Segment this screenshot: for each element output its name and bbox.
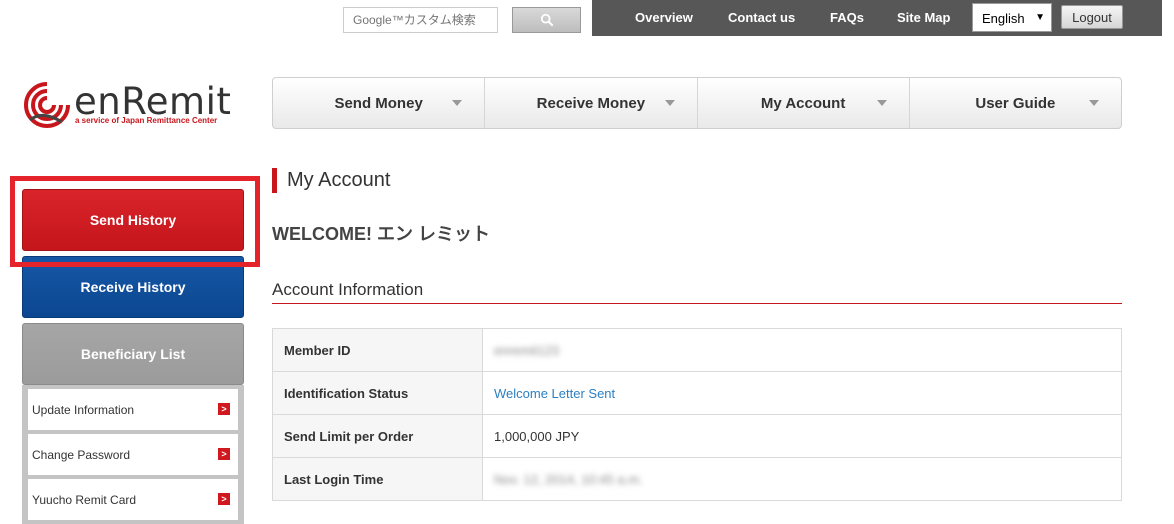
chevron-down-icon: [664, 100, 675, 106]
send-history-button[interactable]: Send History: [22, 189, 244, 251]
sub-item-label: Change Password: [32, 447, 131, 462]
sub-item-label: Yuucho Remit Card: [32, 492, 137, 507]
section-title: Account Information: [272, 280, 1122, 304]
chevron-down-icon: [1089, 100, 1099, 106]
search-box[interactable]: [343, 7, 498, 33]
search-input[interactable]: [353, 13, 488, 27]
enremit-logo-icon: [24, 82, 70, 128]
nav-label: My Account: [760, 94, 846, 112]
search-icon: [540, 13, 553, 27]
logo[interactable]: enRemit a service of Japan Remittance Ce…: [22, 80, 237, 130]
identification-status-link[interactable]: Welcome Letter Sent: [482, 371, 1122, 415]
top-bar: Overview Contact us FAQs Site Map Englis…: [592, 0, 1162, 36]
language-select[interactable]: English ▼: [972, 3, 1052, 32]
overview-link[interactable]: Overview: [635, 10, 693, 25]
dropdown-caret-icon: ▼: [1035, 12, 1045, 23]
receive-history-button[interactable]: Receive History: [22, 256, 244, 318]
search-button[interactable]: [512, 7, 581, 33]
main-nav: Send Money Receive Money My Account User…: [272, 77, 1122, 129]
chevron-down-icon: [452, 100, 463, 106]
nav-label: Receive Money: [536, 94, 646, 112]
beneficiary-list-button[interactable]: Beneficiary List: [22, 323, 244, 385]
identification-status-label: Identification Status: [272, 371, 483, 415]
send-limit-label: Send Limit per Order: [272, 414, 483, 458]
contact-us-link[interactable]: Contact us: [728, 10, 795, 25]
nav-receive-money[interactable]: Receive Money: [485, 78, 698, 128]
language-value: English: [982, 11, 1025, 26]
logo-tagline: a service of Japan Remittance Center: [75, 116, 218, 125]
nav-my-account[interactable]: My Account: [698, 78, 910, 128]
sub-item-yuucho-remit-card[interactable]: Yuucho Remit Card >: [28, 479, 238, 520]
table-row: Identification Status Welcome Letter Sen…: [272, 371, 1122, 415]
table-row: Last Login Time Nov. 12, 2014, 10:45 a.m…: [272, 457, 1122, 501]
chevron-down-icon: [876, 100, 887, 106]
site-map-link[interactable]: Site Map: [897, 10, 950, 25]
sub-item-label: Update Information: [32, 402, 135, 417]
send-limit-value: 1,000,000 JPY: [482, 414, 1122, 458]
member-id-value: enremit123: [482, 328, 1122, 372]
account-info-table: Member ID enremit123 Identification Stat…: [272, 328, 1122, 501]
last-login-label: Last Login Time: [272, 457, 483, 501]
table-row: Send Limit per Order 1,000,000 JPY: [272, 414, 1122, 458]
nav-label: Send Money: [334, 94, 423, 112]
sub-item-change-password[interactable]: Change Password >: [28, 434, 238, 475]
nav-label: User Guide: [975, 94, 1056, 112]
member-id-label: Member ID: [272, 328, 483, 372]
page-title: My Account: [272, 168, 390, 193]
arrow-right-icon: >: [218, 448, 230, 460]
faqs-link[interactable]: FAQs: [830, 10, 864, 25]
nav-send-money[interactable]: Send Money: [273, 78, 486, 128]
welcome-message: WELCOME! エン レミット: [272, 224, 490, 244]
logout-button[interactable]: Logout: [1061, 5, 1123, 29]
arrow-right-icon: >: [218, 403, 230, 415]
account-sub-menu: Update Information > Change Password > Y…: [22, 385, 244, 524]
arrow-right-icon: >: [218, 493, 230, 505]
nav-user-guide[interactable]: User Guide: [910, 78, 1121, 128]
sub-item-update-information[interactable]: Update Information >: [28, 389, 238, 430]
last-login-value: Nov. 12, 2014, 10:45 a.m.: [482, 457, 1122, 501]
table-row: Member ID enremit123: [272, 328, 1122, 372]
